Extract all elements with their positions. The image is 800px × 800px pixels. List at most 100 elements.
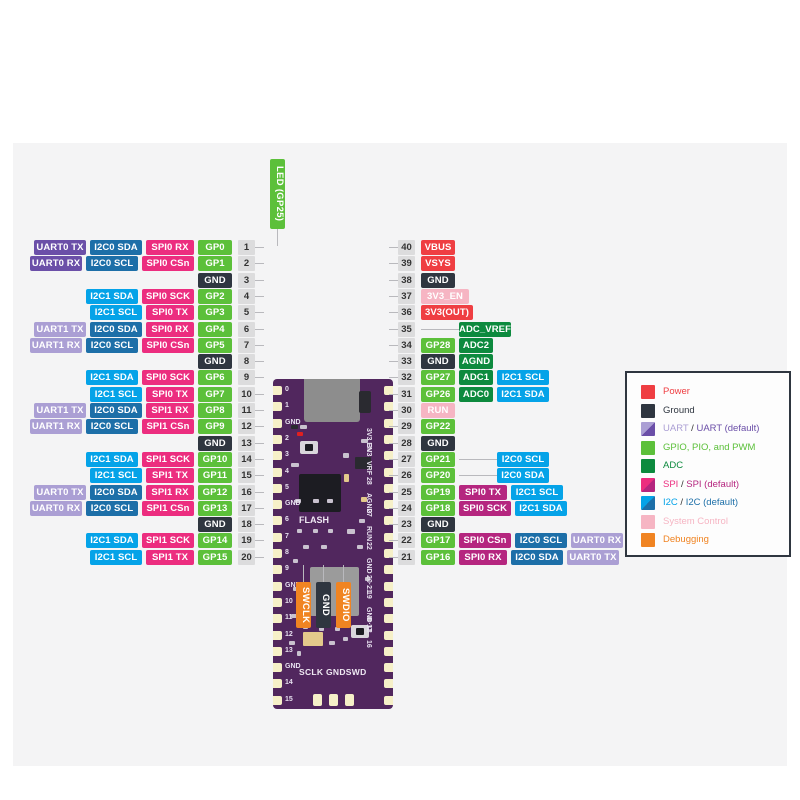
pin-number: 5 bbox=[238, 305, 255, 321]
pin-number: 40 bbox=[398, 240, 415, 255]
pin-function-label: GP19 bbox=[421, 484, 455, 500]
pin-function-label: GP22 bbox=[421, 419, 455, 435]
legend-label: I2C / I2C (default) bbox=[663, 497, 738, 508]
pin-function-label: GP0 bbox=[198, 240, 232, 255]
pin-lead bbox=[389, 540, 398, 542]
pin-function-label: GND bbox=[421, 272, 455, 288]
pin-function-label: I2C1 SDA bbox=[86, 288, 138, 304]
pin-function-label: SPI0 SCK bbox=[459, 500, 511, 516]
legend-swatch bbox=[641, 477, 655, 492]
silkscreen-label: 6 bbox=[285, 516, 289, 524]
pin-function-label: UART0 TX bbox=[34, 240, 86, 255]
debug-pad bbox=[329, 694, 338, 706]
smd-component bbox=[297, 651, 301, 656]
silkscreen-label: 0 bbox=[285, 386, 289, 393]
pin-function-label: ADC1 bbox=[459, 370, 493, 386]
pin-function-label: I2C0 SCL bbox=[515, 533, 567, 549]
board-pad bbox=[273, 532, 282, 542]
pin-lead bbox=[255, 361, 264, 363]
legend-swatch bbox=[641, 440, 655, 455]
pin-number: 34 bbox=[398, 337, 415, 353]
tag-lead bbox=[343, 565, 344, 583]
pin-number: 21 bbox=[398, 549, 415, 565]
silkscreen-label: 3 bbox=[285, 451, 289, 459]
silkscreen-label: 5 bbox=[285, 483, 289, 491]
smd-component bbox=[327, 499, 333, 503]
pin-number: 24 bbox=[398, 500, 415, 516]
pin-function-label: GP27 bbox=[421, 370, 455, 386]
pin-function-label: I2C1 SCL bbox=[497, 370, 549, 386]
pin-function-label: GP20 bbox=[421, 468, 455, 484]
pin-function-label: I2C1 SCL bbox=[90, 549, 142, 565]
pin-function-label: GP3 bbox=[198, 305, 232, 321]
pin-function-label: SPI0 SCK bbox=[142, 288, 194, 304]
pin-function-label: SPI0 TX bbox=[459, 484, 507, 500]
pin-lead bbox=[255, 442, 264, 444]
board-pad bbox=[273, 581, 282, 591]
pin-function-label: SPI1 TX bbox=[146, 549, 194, 565]
smd-component bbox=[293, 559, 298, 563]
pin-number: 13 bbox=[238, 435, 255, 451]
smd-component bbox=[344, 474, 349, 482]
board-pad bbox=[273, 663, 282, 673]
pin-function-label: I2C0 SDA bbox=[511, 549, 563, 565]
debug-pad bbox=[345, 694, 354, 706]
pin-function-label: VBUS bbox=[421, 240, 455, 255]
pin-function-label: VSYS bbox=[421, 256, 455, 272]
pin-function-label: I2C0 SDA bbox=[90, 484, 142, 500]
pin-lead bbox=[389, 279, 398, 281]
board-pad bbox=[273, 695, 282, 705]
pin-function-label: I2C1 SDA bbox=[86, 533, 138, 549]
pin-lead bbox=[389, 442, 398, 444]
legend-swatch bbox=[641, 403, 655, 418]
pin-function-label: I2C1 SCL bbox=[511, 484, 563, 500]
pin-lead bbox=[255, 491, 264, 493]
board-pad bbox=[273, 500, 282, 510]
pin-function-label: I2C0 SDA bbox=[497, 468, 549, 484]
pin-number: 22 bbox=[398, 533, 415, 549]
pin-lead bbox=[389, 344, 398, 346]
pin-function-label: GP12 bbox=[198, 484, 232, 500]
legend-label: SPI / SPI (default) bbox=[663, 478, 740, 490]
board-pad bbox=[273, 549, 282, 558]
pin-function-label: GP16 bbox=[421, 549, 455, 565]
smd-component bbox=[321, 545, 327, 549]
pin-lead bbox=[389, 361, 398, 363]
board-pad bbox=[384, 630, 393, 640]
pin-function-label: I2C1 SDA bbox=[86, 451, 138, 467]
board-pad bbox=[273, 451, 282, 461]
smd-component bbox=[343, 637, 348, 641]
pin-lead bbox=[389, 312, 398, 314]
smd-component bbox=[297, 529, 302, 533]
pin-lead bbox=[389, 377, 398, 379]
pin-number: 29 bbox=[398, 419, 415, 435]
smd-component bbox=[313, 499, 319, 503]
silkscreen-label: GND bbox=[285, 418, 301, 426]
silkscreen-label: 4 bbox=[285, 467, 289, 475]
pin-lead bbox=[255, 410, 264, 411]
board-pad bbox=[273, 630, 282, 640]
pin-number: 11 bbox=[238, 403, 255, 418]
pin-number: 26 bbox=[398, 468, 415, 484]
pin-lead bbox=[255, 328, 264, 330]
pin-function-label: GP5 bbox=[198, 337, 232, 353]
board-pad bbox=[384, 581, 393, 591]
pin-lead bbox=[389, 458, 398, 460]
smd-component bbox=[300, 425, 307, 429]
pin-function-label: I2C1 SDA bbox=[497, 386, 549, 402]
smd-component bbox=[347, 529, 355, 534]
silkscreen-label: 9 bbox=[285, 565, 289, 573]
silkscreen-label: 14 bbox=[285, 679, 293, 687]
pin-function-label: SPI0 CSn bbox=[459, 533, 511, 549]
pin-function-label: I2C0 SDA bbox=[90, 321, 142, 337]
pin-function-label: I2C0 SCL bbox=[86, 256, 138, 272]
pin-function-label: SPI0 TX bbox=[146, 386, 194, 402]
bootsel-button[interactable] bbox=[300, 441, 318, 454]
pin-function-label: UART1 TX bbox=[34, 321, 86, 337]
board-pad bbox=[273, 418, 282, 428]
pin-function-label: GND bbox=[198, 354, 232, 370]
silkscreen-label: 11 bbox=[285, 614, 293, 622]
legend-swatch bbox=[641, 459, 655, 473]
pin-number: 8 bbox=[238, 354, 255, 370]
board-pad bbox=[384, 565, 393, 575]
